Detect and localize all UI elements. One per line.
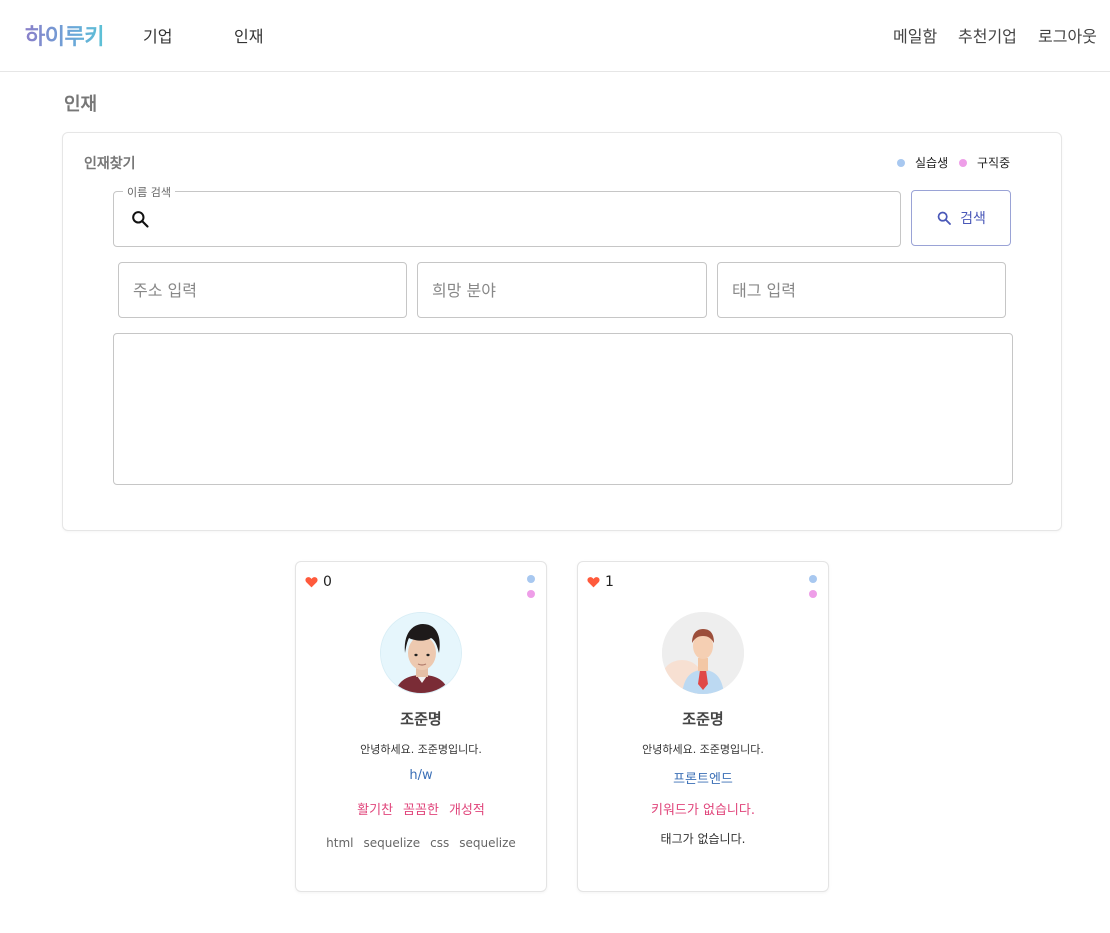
tag: sequelize: [363, 836, 421, 850]
avatar: [380, 612, 462, 694]
tag: css: [430, 836, 450, 850]
card-name: 조준명: [400, 710, 442, 728]
heart-icon: [305, 577, 318, 588]
keyword: 개성적: [448, 803, 485, 818]
nav-talent[interactable]: 인재: [234, 23, 263, 47]
like-button[interactable]: 1: [587, 574, 614, 590]
nav-mailbox[interactable]: 메일함: [893, 23, 937, 47]
address-input[interactable]: [118, 262, 407, 318]
status-dots: [527, 575, 535, 598]
tag: html: [326, 836, 354, 850]
talent-card[interactable]: 1 조준명 안녕하세요. 조준명입니다. 프론트엔드 키워드가 없습니다. 태그…: [577, 561, 829, 892]
like-count: 1: [605, 574, 614, 590]
card-tags: html sequelize css sequelize: [296, 836, 546, 850]
nav-recommended-companies[interactable]: 추천기업: [958, 23, 1017, 47]
jobseeker-dot-icon: [809, 590, 817, 598]
like-count: 0: [323, 574, 332, 590]
intern-dot-icon: [527, 575, 535, 583]
avatar: [662, 612, 744, 694]
search-button-label: 검색: [960, 210, 986, 226]
tag: sequelize: [459, 836, 516, 850]
jobseeker-dot-icon: [959, 158, 967, 167]
card-desired-field: h/w: [409, 768, 433, 783]
top-navbar: 하이루키 기업 인재 메일함 추천기업 로그아웃: [0, 0, 1110, 72]
name-search-field[interactable]: 이름 검색: [113, 184, 901, 247]
legend-jobseeker: 구직중: [959, 154, 1010, 171]
selected-tags-area[interactable]: [113, 333, 1013, 485]
nav-companies[interactable]: 기업: [143, 23, 172, 47]
default-user-icon: [662, 612, 744, 694]
tag-input[interactable]: [717, 262, 1006, 318]
card-name: 조준명: [682, 710, 724, 728]
desired-field-input[interactable]: [417, 262, 707, 318]
search-button[interactable]: 검색: [911, 190, 1011, 246]
search-icon: [937, 211, 952, 225]
intern-dot-icon: [897, 158, 905, 167]
legend-intern-label: 실습생: [915, 156, 949, 170]
card-keywords-empty: 키워드가 없습니다.: [651, 803, 755, 818]
legend-jobseeker-label: 구직중: [977, 156, 1011, 170]
name-search-input[interactable]: [160, 206, 880, 232]
name-search-label: 이름 검색: [123, 184, 175, 200]
card-intro: 안녕하세요. 조준명입니다.: [642, 743, 764, 756]
jobseeker-dot-icon: [527, 590, 535, 598]
talent-card[interactable]: 0 조준명 안녕하세요. 조준명입니다. h/w 활기찬 꼼꼼한 개성적 htm…: [295, 561, 547, 892]
page-title: 인재: [64, 94, 98, 115]
profile-photo-icon: [381, 613, 461, 693]
card-intro: 안녕하세요. 조준명입니다.: [360, 743, 482, 756]
keyword: 꼼꼼한: [403, 803, 439, 818]
panel-title: 인재찾기: [84, 156, 136, 172]
heart-icon: [587, 577, 600, 588]
nav-logout[interactable]: 로그아웃: [1038, 23, 1097, 47]
like-button[interactable]: 0: [305, 574, 332, 590]
card-keywords: 활기찬 꼼꼼한 개성적: [296, 799, 546, 818]
status-dots: [809, 575, 817, 598]
intern-dot-icon: [809, 575, 817, 583]
talent-search-panel: 인재찾기 실습생 구직중 이름 검색 검색: [62, 132, 1062, 531]
card-desired-field: 프론트엔드: [673, 772, 733, 787]
card-tags-empty: 태그가 없습니다.: [660, 832, 746, 846]
logo[interactable]: 하이루키: [25, 19, 104, 51]
legend-intern: 실습생: [897, 154, 948, 171]
search-icon: [132, 211, 149, 228]
keyword: 활기찬: [357, 803, 394, 818]
